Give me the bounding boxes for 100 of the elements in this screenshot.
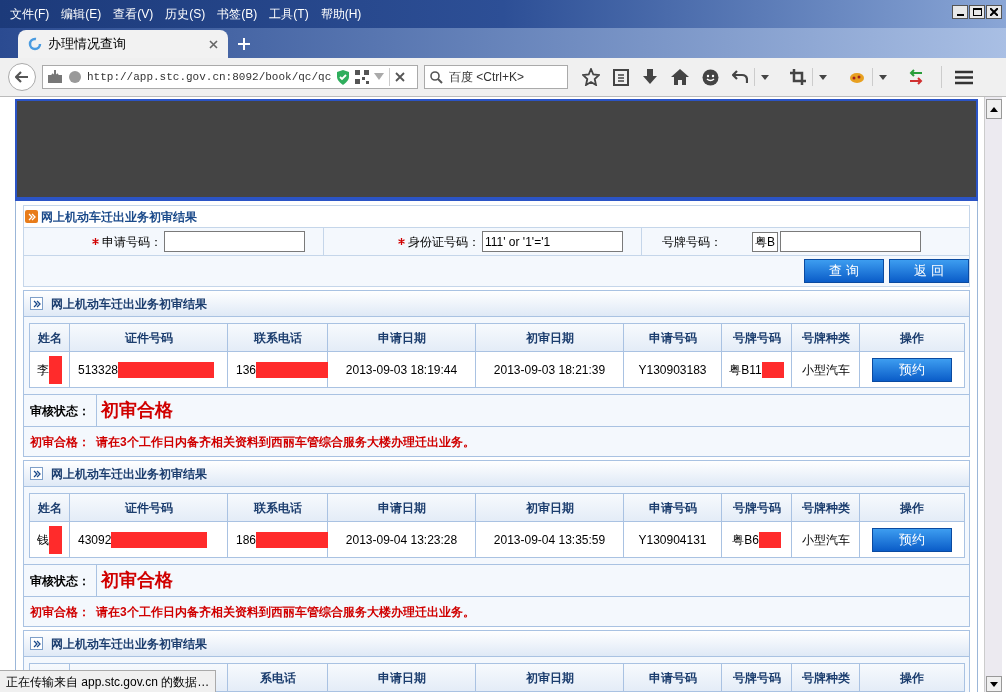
tab-title: 办理情况查询 <box>48 35 127 54</box>
smiley-icon[interactable] <box>702 68 719 86</box>
section-title: 网上机动车迁出业务初审结果 <box>51 295 207 313</box>
column-header: 初审日期 <box>475 323 624 352</box>
column-header: 姓名 <box>29 493 70 522</box>
reserve-button[interactable]: 预约 <box>872 357 952 382</box>
section-title: 网上机动车迁出业务初审结果 <box>51 465 207 483</box>
table-cell-text: 小型汽车 <box>801 361 850 379</box>
column-header: 申请号码 <box>623 663 722 692</box>
action-button[interactable]: 返 回 <box>889 259 969 283</box>
menu-item[interactable]: 帮助(H) <box>320 5 362 23</box>
prefix-field[interactable]: 粤B <box>752 231 778 252</box>
table-cell-text: 136 <box>236 361 257 379</box>
transfer-arrows-icon[interactable] <box>908 69 924 85</box>
up-arrow-icon <box>989 106 998 112</box>
close-icon <box>990 8 998 16</box>
column-header: 姓名 <box>29 323 70 352</box>
field-label: 申请号码： <box>102 233 162 251</box>
close-button[interactable] <box>986 5 1002 19</box>
table-cell-text: 43092 <box>78 531 112 549</box>
table-cell-text: 小型汽车 <box>801 531 850 549</box>
qr-code-icon[interactable] <box>355 70 370 84</box>
menu-item[interactable]: 编辑(E) <box>61 5 102 23</box>
scrollbar[interactable] <box>984 97 1002 692</box>
field-label: 号牌号码： <box>662 233 722 251</box>
reserve-button[interactable]: 预约 <box>872 527 952 552</box>
table-cell-text: 钱 <box>37 531 49 549</box>
column-header: 证件号码 <box>69 493 228 522</box>
table-cell-text: Y130903183 <box>638 361 707 379</box>
field-label: 身份证号码： <box>408 233 480 251</box>
minimize-icon <box>956 14 964 16</box>
column-header: 初审日期 <box>475 663 624 692</box>
browser-tab[interactable]: 办理情况查询 <box>18 30 228 58</box>
menu-item[interactable]: 历史(S) <box>165 5 206 23</box>
table-cell-text: 2013-09-03 18:19:44 <box>345 361 458 379</box>
column-header: 系电话 <box>227 663 328 692</box>
note-label: 初审合格： <box>30 603 90 621</box>
crop-icon[interactable] <box>790 69 806 85</box>
scroll-down-button[interactable] <box>985 676 1002 692</box>
download-icon[interactable] <box>642 69 658 85</box>
chevron-icon <box>30 297 43 310</box>
column-header: 联系电话 <box>227 493 328 522</box>
search-field[interactable]: 百度 <Ctrl+K> <box>424 65 568 89</box>
column-header: 号牌种类 <box>791 493 860 522</box>
chevron-icon <box>30 467 43 480</box>
input-field[interactable] <box>164 231 305 252</box>
note-label: 初审合格： <box>30 433 90 451</box>
stop-icon[interactable] <box>395 72 406 82</box>
home-icon[interactable] <box>671 69 689 85</box>
column-header: 操作 <box>859 493 965 522</box>
input-field[interactable] <box>780 231 921 252</box>
menu-item[interactable]: 工具(T) <box>269 5 309 23</box>
column-header: 申请日期 <box>327 493 476 522</box>
table-cell-text: 李 <box>37 361 49 379</box>
column-header: 申请号码 <box>623 323 722 352</box>
undo-icon[interactable] <box>732 70 748 84</box>
column-header: 号牌种类 <box>791 663 860 692</box>
clipboard-icon[interactable] <box>613 68 629 86</box>
column-header: 号牌号码 <box>721 323 792 352</box>
note-text: 请在3个工作日内备齐相关资料到西丽车管综合服务大楼办理迁出业务。 <box>96 603 475 621</box>
section-title: 网上机动车迁出业务初审结果 <box>51 635 207 653</box>
minimize-button[interactable] <box>952 5 968 19</box>
star-icon[interactable] <box>582 68 600 86</box>
action-button[interactable]: 查 询 <box>804 259 884 283</box>
dropdown-icon[interactable] <box>879 74 887 80</box>
bug-icon[interactable] <box>848 70 866 84</box>
maximize-button[interactable] <box>969 5 985 19</box>
menu-item[interactable]: 查看(V) <box>113 5 154 23</box>
menu-item[interactable]: 文件(F) <box>10 5 50 23</box>
status-label: 审核状态： <box>29 572 91 590</box>
back-button[interactable] <box>8 63 36 91</box>
maximize-icon <box>972 8 982 16</box>
close-icon[interactable] <box>209 39 218 49</box>
input-field[interactable]: 111' or '1'='1 <box>482 231 623 252</box>
download-page-icon[interactable] <box>47 70 63 84</box>
new-tab-icon[interactable] <box>238 38 250 50</box>
menu-item[interactable]: 书签(B) <box>217 5 258 23</box>
column-header: 申请号码 <box>623 493 722 522</box>
chevron-icon <box>30 637 43 650</box>
column-header: 号牌号码 <box>721 663 792 692</box>
scroll-up-button[interactable] <box>985 99 1002 119</box>
back-arrow-icon <box>15 71 29 83</box>
down-arrow-icon <box>989 681 998 687</box>
menu-icon[interactable] <box>955 69 973 85</box>
column-header: 号牌号码 <box>721 493 792 522</box>
dropdown-icon[interactable] <box>819 74 827 80</box>
column-header: 申请日期 <box>327 663 476 692</box>
table-cell-text: 粤B6 <box>732 531 759 549</box>
table-cell-text: 2013-09-04 13:35:59 <box>493 531 606 549</box>
note-text: 请在3个工作日内备齐相关资料到西丽车管综合服务大楼办理迁出业务。 <box>96 433 475 451</box>
column-header: 证件号码 <box>69 323 228 352</box>
search-icon <box>430 71 443 84</box>
column-header: 操作 <box>859 663 965 692</box>
dropdown-icon[interactable] <box>761 74 769 80</box>
loading-icon <box>28 37 42 51</box>
table-cell-text: 513328 <box>78 361 119 379</box>
table-cell-text: 粤B11 <box>729 361 762 379</box>
column-header: 初审日期 <box>475 493 624 522</box>
column-header: 申请日期 <box>327 323 476 352</box>
table-cell-text: 186 <box>236 531 257 549</box>
